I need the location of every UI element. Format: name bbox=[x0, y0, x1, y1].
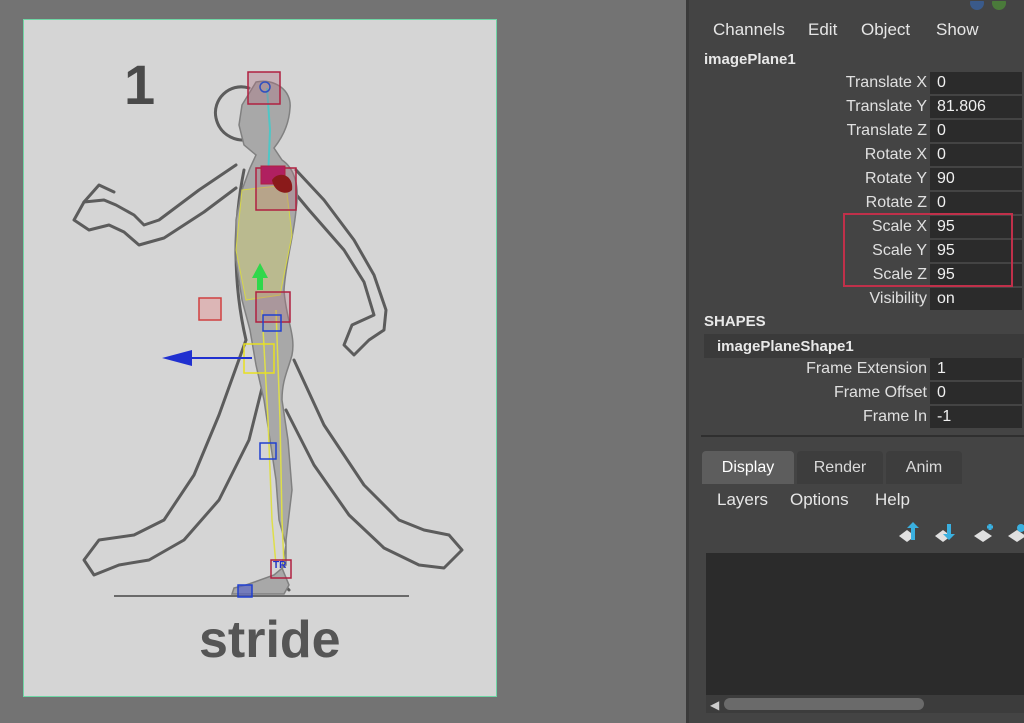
attr-label[interactable]: Translate Y bbox=[846, 98, 927, 116]
scale-highlight-box bbox=[843, 213, 1013, 287]
panel-divider[interactable] bbox=[701, 435, 1024, 437]
tab-display[interactable]: Display bbox=[702, 451, 794, 484]
status-icon[interactable] bbox=[959, 0, 1019, 13]
shapes-title: SHAPES bbox=[704, 313, 766, 330]
attr-translate-z[interactable]: Translate Z 0 bbox=[689, 120, 1024, 144]
attr-label[interactable]: Frame Offset bbox=[834, 384, 927, 402]
attr-label[interactable]: Rotate Y bbox=[865, 170, 927, 188]
attr-value-field[interactable]: 0 bbox=[930, 382, 1022, 404]
attr-value-field[interactable]: 90 bbox=[930, 168, 1022, 190]
attr-value-field[interactable]: on bbox=[930, 288, 1022, 310]
attr-value-field[interactable]: 0 bbox=[930, 192, 1022, 214]
image-plane-drawing: 1 TR stride bbox=[72, 53, 464, 669]
attr-frame-offset[interactable]: Frame Offset 0 bbox=[689, 382, 1024, 406]
plane-number: 1 bbox=[124, 53, 155, 116]
corner-icons[interactable] bbox=[959, 0, 1019, 12]
attr-value-field[interactable]: 0 bbox=[930, 120, 1022, 142]
attr-translate-x[interactable]: Translate X 0 bbox=[689, 72, 1024, 96]
pivot-control bbox=[198, 297, 222, 321]
viewport[interactable]: 1 TR stride bbox=[0, 0, 689, 723]
attr-rotate-x[interactable]: Rotate X 0 bbox=[689, 144, 1024, 168]
menu-layers[interactable]: Layers bbox=[717, 490, 768, 510]
attr-value-field[interactable]: 81.806 bbox=[930, 96, 1022, 118]
layer-editor-tabs: Display Render Anim bbox=[689, 451, 1024, 484]
attr-value-field[interactable]: -1 bbox=[930, 406, 1022, 428]
new-layer-icon[interactable] bbox=[971, 520, 999, 548]
attr-label[interactable]: Frame In bbox=[863, 408, 927, 426]
channel-box-panel: Channels Edit Object Show imagePlane1 Tr… bbox=[689, 0, 1024, 723]
menu-show[interactable]: Show bbox=[936, 20, 979, 40]
attr-frame-in[interactable]: Frame In -1 bbox=[689, 406, 1024, 430]
attr-translate-y[interactable]: Translate Y 81.806 bbox=[689, 96, 1024, 120]
attr-label[interactable]: Frame Extension bbox=[806, 360, 927, 378]
attr-value-field[interactable]: 0 bbox=[930, 72, 1022, 94]
tab-render[interactable]: Render bbox=[797, 451, 883, 484]
shape-node-header[interactable]: imagePlaneShape1 bbox=[704, 334, 1024, 358]
attr-label[interactable]: Rotate X bbox=[865, 146, 927, 164]
attr-visibility[interactable]: Visibility on bbox=[689, 288, 1024, 312]
hip-control bbox=[255, 291, 291, 323]
horizontal-scrollbar[interactable]: ◀ bbox=[706, 695, 1024, 713]
move-z-handle bbox=[162, 350, 192, 366]
attr-rotate-y[interactable]: Rotate Y 90 bbox=[689, 168, 1024, 192]
toe-joint-box bbox=[237, 584, 253, 598]
shape-node-name[interactable]: imagePlaneShape1 bbox=[717, 338, 854, 355]
layers-list[interactable] bbox=[706, 553, 1024, 713]
menu-edit[interactable]: Edit bbox=[808, 20, 837, 40]
menu-channels[interactable]: Channels bbox=[713, 20, 785, 40]
menu-object[interactable]: Object bbox=[861, 20, 910, 40]
scrollbar-thumb[interactable] bbox=[724, 698, 924, 710]
character-model[interactable] bbox=[230, 80, 298, 595]
head-control bbox=[247, 71, 281, 105]
attr-frame-extension[interactable]: Frame Extension 1 bbox=[689, 358, 1024, 382]
attr-label[interactable]: Translate Z bbox=[847, 122, 927, 140]
image-plane[interactable]: 1 TR stride bbox=[23, 19, 497, 697]
attr-value-field[interactable]: 0 bbox=[930, 144, 1022, 166]
move-layer-down-icon[interactable] bbox=[931, 520, 959, 548]
attr-label[interactable]: Visibility bbox=[870, 290, 928, 308]
scroll-left-icon[interactable]: ◀ bbox=[710, 698, 719, 712]
layer-toolbar bbox=[689, 516, 1024, 552]
move-layer-up-icon[interactable] bbox=[895, 520, 923, 548]
node-name[interactable]: imagePlane1 bbox=[704, 51, 796, 68]
ankle-marker-label: TR bbox=[273, 560, 287, 571]
attr-label[interactable]: Translate X bbox=[846, 74, 927, 92]
menu-options[interactable]: Options bbox=[790, 490, 849, 510]
menu-help[interactable]: Help bbox=[875, 490, 910, 510]
attr-value-field[interactable]: 1 bbox=[930, 358, 1022, 380]
new-layer-selected-icon[interactable] bbox=[1005, 520, 1024, 548]
caption: stride bbox=[199, 611, 341, 669]
tab-anim[interactable]: Anim bbox=[886, 451, 962, 484]
attr-label[interactable]: Rotate Z bbox=[866, 194, 927, 212]
